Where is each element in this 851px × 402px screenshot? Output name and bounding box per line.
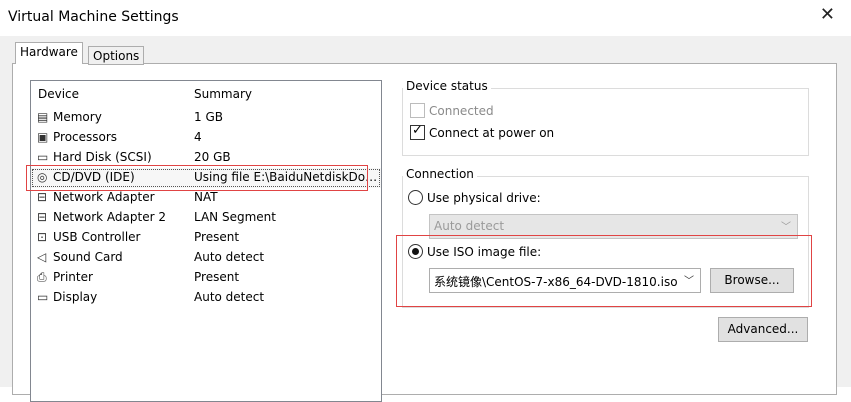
device-name: Sound Card	[53, 250, 123, 264]
browse-button[interactable]: Browse...	[710, 268, 794, 293]
list-item-memory[interactable]: ▤ Memory 1 GB	[31, 108, 381, 128]
radio-dot	[412, 248, 419, 255]
sound-icon: ◁	[37, 250, 47, 264]
list-item-hard-disk[interactable]: ▭ Hard Disk (SCSI) 20 GB	[31, 148, 381, 168]
advanced-button[interactable]: Advanced...	[718, 317, 808, 342]
device-summary: LAN Segment	[194, 210, 276, 224]
iso-file-select[interactable]: 系统镜像\CentOS-7-x86_64-DVD-1810.iso ﹀	[429, 268, 701, 293]
column-header-summary[interactable]: Summary	[194, 87, 252, 101]
tab-hardware[interactable]: Hardware	[15, 42, 83, 64]
device-name: Processors	[53, 130, 118, 144]
radio-circle	[408, 190, 423, 205]
list-item-usb-controller[interactable]: ⊡ USB Controller Present	[31, 228, 381, 248]
connection-group: Connection Use physical drive: Auto dete…	[402, 167, 809, 308]
checkbox-box: ✓	[410, 123, 425, 140]
connect-at-power-on-checkbox[interactable]: ✓ Connect at power on	[410, 123, 555, 140]
connected-checkbox[interactable]: Connected	[410, 103, 494, 118]
device-summary: 4	[194, 130, 202, 144]
list-item-cd-dvd[interactable]: ◎ CD/DVD (IDE) Using file E:\BaiduNetdis…	[31, 168, 381, 188]
device-status-group: Device status Connected ✓ Connect at pow…	[402, 79, 809, 156]
list-item-printer[interactable]: ⎙ Printer Present	[31, 268, 381, 288]
use-iso-image-label: Use ISO image file:	[427, 244, 542, 259]
device-name: Hard Disk (SCSI)	[53, 150, 152, 164]
device-summary: Auto detect	[194, 250, 265, 264]
processor-icon: ▣	[37, 130, 49, 144]
usb-icon: ⊡	[37, 230, 48, 244]
column-header-device[interactable]: Device	[38, 87, 79, 101]
device-name: Display	[53, 290, 98, 304]
device-summary: Using file E:\BaiduNetdiskDo…	[194, 170, 378, 184]
cd-dvd-icon: ◎	[37, 170, 48, 184]
tab-options[interactable]: Options	[88, 46, 145, 65]
close-icon[interactable]: ✕	[820, 6, 835, 24]
list-item-network-adapter[interactable]: ⊟ Network Adapter NAT	[31, 188, 381, 208]
network-icon: ⊟	[37, 210, 48, 224]
radio-circle	[408, 244, 423, 259]
use-iso-image-radio[interactable]: Use ISO image file:	[408, 244, 541, 259]
physical-drive-value: Auto detect	[434, 219, 505, 233]
use-physical-drive-radio[interactable]: Use physical drive:	[408, 190, 541, 205]
device-name: USB Controller	[53, 230, 141, 244]
device-summary: 20 GB	[194, 150, 231, 164]
device-status-title: Device status	[403, 79, 491, 93]
title-bar: Virtual Machine Settings ✕	[0, 0, 851, 36]
device-name: Memory	[53, 110, 102, 124]
window-title: Virtual Machine Settings	[8, 9, 179, 25]
check-mark-icon: ✓	[412, 123, 423, 138]
connected-label: Connected	[429, 103, 494, 118]
network-icon: ⊟	[37, 190, 48, 204]
chevron-down-icon: ﹀	[781, 222, 791, 233]
physical-drive-select[interactable]: Auto detect ﹀	[429, 214, 798, 239]
list-header: Device Summary	[31, 87, 381, 103]
iso-file-value: 系统镜像\CentOS-7-x86_64-DVD-1810.iso	[434, 275, 678, 289]
list-item-sound-card[interactable]: ◁ Sound Card Auto detect	[31, 248, 381, 268]
device-name: Network Adapter 2	[53, 210, 166, 224]
device-summary: 1 GB	[194, 110, 223, 124]
device-summary: NAT	[194, 190, 218, 204]
device-name: Network Adapter	[53, 190, 155, 204]
list-item-network-adapter-2[interactable]: ⊟ Network Adapter 2 LAN Segment	[31, 208, 381, 228]
checkbox-box	[410, 103, 425, 118]
device-summary: Auto detect	[194, 290, 265, 304]
list-item-processors[interactable]: ▣ Processors 4	[31, 128, 381, 148]
device-name: CD/DVD (IDE)	[53, 170, 135, 184]
list-item-display[interactable]: ▭ Display Auto detect	[31, 288, 381, 308]
display-icon: ▭	[37, 290, 49, 304]
use-physical-drive-label: Use physical drive:	[427, 190, 541, 205]
chevron-down-icon: ﹀	[684, 276, 694, 287]
printer-icon: ⎙	[37, 270, 47, 284]
hard-disk-icon: ▭	[37, 150, 49, 164]
device-summary: Present	[194, 270, 240, 284]
device-list[interactable]: Device Summary ▤ Memory 1 GB ▣ Processor…	[30, 80, 382, 402]
device-name: Printer	[53, 270, 93, 284]
device-summary: Present	[194, 230, 240, 244]
connection-title: Connection	[403, 167, 477, 181]
connect-at-power-on-label: Connect at power on	[429, 125, 555, 140]
memory-icon: ▤	[37, 110, 49, 124]
